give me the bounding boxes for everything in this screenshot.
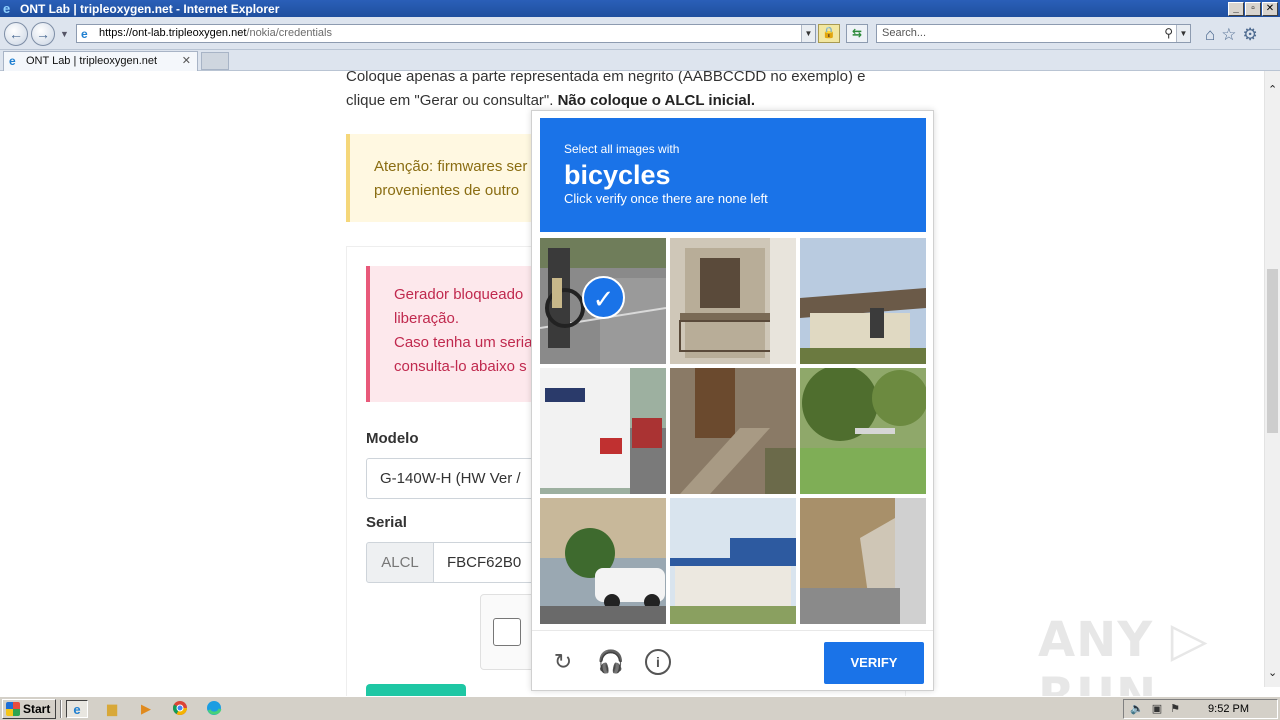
stairs-tile[interactable] (670, 368, 796, 494)
garage-tile[interactable] (800, 498, 926, 624)
taskbar-clock[interactable]: 9:52 PM (1208, 700, 1249, 718)
chrome-logo (173, 701, 187, 715)
balcony-tile[interactable] (670, 238, 796, 364)
taskbar: Start e ▆ ▶ 🔈 ▣ ⚑ 9:52 PM (0, 696, 1280, 720)
window-controls: _ ▫ ✕ (1228, 1, 1278, 16)
taskbar-chrome-icon[interactable] (169, 700, 191, 718)
car-image (540, 498, 666, 624)
balcony-image (670, 238, 796, 364)
new-tab-button[interactable] (201, 52, 229, 70)
hcaptcha-checkbox[interactable] (493, 618, 521, 646)
captcha-prompt-hint: Click verify once there are none left (564, 191, 768, 206)
captcha-prompt: Select all images with bicycles Click ve… (540, 118, 926, 232)
forward-arrow-icon: → (36, 26, 50, 42)
page-ie-icon: e (81, 27, 88, 41)
house-image (800, 238, 926, 364)
selected-check-icon: ✓ (582, 276, 625, 319)
navigation-bar: ← → ▼ e https://ont-lab.tripleoxygen.net… (0, 17, 1280, 50)
search-placeholder: Search... (882, 27, 927, 39)
back-arrow-icon: ← (9, 26, 23, 42)
serial-prefix: ALCL (366, 542, 434, 583)
settings-gear-icon[interactable]: ⚙ (1243, 25, 1258, 45)
refresh-challenge-icon[interactable]: ↻ (550, 649, 576, 675)
modelo-label: Modelo (366, 430, 419, 447)
captcha-footer: ↻ 🎧 i VERIFY (532, 630, 933, 690)
taskbar-media-player-icon[interactable]: ▶ (135, 700, 157, 718)
captcha-challenge: Select all images with bicycles Click ve… (531, 110, 934, 691)
favorites-star-icon[interactable]: ☆ (1221, 25, 1236, 45)
stairs-image (670, 368, 796, 494)
search-icon[interactable]: ⚲ (1164, 25, 1173, 42)
url-host: ont-lab.tripleoxygen.net (132, 27, 247, 39)
tree-yard-tile[interactable] (800, 368, 926, 494)
serial-label: Serial (366, 514, 407, 531)
lock-icon[interactable]: 🔒 (818, 24, 840, 43)
network-icon[interactable]: ▣ (1152, 700, 1162, 718)
tab-ont-lab[interactable]: e ONT Lab | tripleoxygen.net ✕ (3, 51, 198, 71)
action-center-flag-icon[interactable]: ⚑ (1170, 700, 1180, 718)
start-label: Start (23, 702, 51, 716)
building-image (670, 498, 796, 624)
garage-image (800, 498, 926, 624)
window-titlebar: e ONT Lab | tripleoxygen.net - Internet … (0, 0, 1280, 17)
windows-flag-icon (6, 702, 20, 716)
scroll-thumb[interactable] (1267, 269, 1278, 433)
tree-image (800, 368, 926, 494)
tab-close-icon[interactable]: ✕ (182, 52, 191, 70)
submit-button[interactable] (366, 684, 466, 696)
taskbar-ie-icon[interactable]: e (66, 700, 88, 718)
ie-logo-icon: e (3, 0, 11, 16)
audio-challenge-icon[interactable]: 🎧 (597, 649, 624, 675)
info-icon[interactable]: i (645, 649, 671, 675)
close-window-button[interactable]: ✕ (1262, 1, 1278, 16)
window-title: ONT Lab | tripleoxygen.net - Internet Ex… (20, 1, 280, 16)
forward-button[interactable]: → (31, 22, 55, 46)
page-scrollbar[interactable]: ⌃ ⌄ (1264, 71, 1280, 687)
browser-tools: ⌂ ☆ ⚙ (1205, 25, 1258, 45)
refresh-button[interactable]: ⇆ (846, 24, 868, 43)
tab-label: ONT Lab | tripleoxygen.net (26, 55, 158, 67)
back-button[interactable]: ← (4, 22, 28, 46)
tray-icons: 🔈 ▣ ⚑ (1130, 700, 1180, 718)
intro-bold: Não coloque o ALCL inicial. (557, 92, 756, 109)
volume-icon[interactable]: 🔈 (1130, 700, 1144, 718)
edge-logo (207, 701, 222, 715)
captcha-prompt-target: bicycles (564, 160, 671, 190)
captcha-prompt-small: Select all images with (564, 142, 680, 156)
scroll-up-icon[interactable]: ⌃ (1268, 83, 1277, 96)
tab-ie-icon: e (9, 54, 16, 68)
address-bar[interactable]: e https://ont-lab.tripleoxygen.net/nokia… (76, 24, 816, 43)
home-icon[interactable]: ⌂ (1205, 25, 1215, 45)
system-tray: 🔈 ▣ ⚑ 9:52 PM (1123, 699, 1278, 719)
white-car-tile[interactable] (540, 498, 666, 624)
restore-button[interactable]: ▫ (1245, 1, 1261, 16)
minimize-button[interactable]: _ (1228, 1, 1244, 16)
history-dropdown-icon[interactable]: ▼ (60, 29, 69, 39)
taskbar-separator (60, 700, 62, 718)
intro-text: Coloque apenas a parte representada em n… (346, 71, 906, 113)
bus-image (540, 368, 666, 494)
url-path: /nokia/credentials (246, 27, 332, 39)
bicycle-tile[interactable]: ✓ (540, 238, 666, 364)
building-tile[interactable] (670, 498, 796, 624)
verify-button[interactable]: VERIFY (824, 642, 924, 684)
tab-row: e ONT Lab | tripleoxygen.net ✕ (0, 50, 1280, 71)
taskbar-edge-icon[interactable] (203, 700, 225, 718)
search-dropdown-icon[interactable]: ▼ (1176, 25, 1190, 42)
house-roof-tile[interactable] (800, 238, 926, 364)
address-dropdown-icon[interactable]: ▼ (801, 25, 815, 42)
bus-tile[interactable] (540, 368, 666, 494)
url-prefix: https:// (99, 27, 133, 39)
start-button[interactable]: Start (2, 699, 56, 719)
captcha-image-grid: ✓ (540, 238, 926, 624)
taskbar-explorer-icon[interactable]: ▆ (101, 700, 123, 718)
search-box[interactable]: Search... ⚲ ▼ (876, 24, 1191, 43)
